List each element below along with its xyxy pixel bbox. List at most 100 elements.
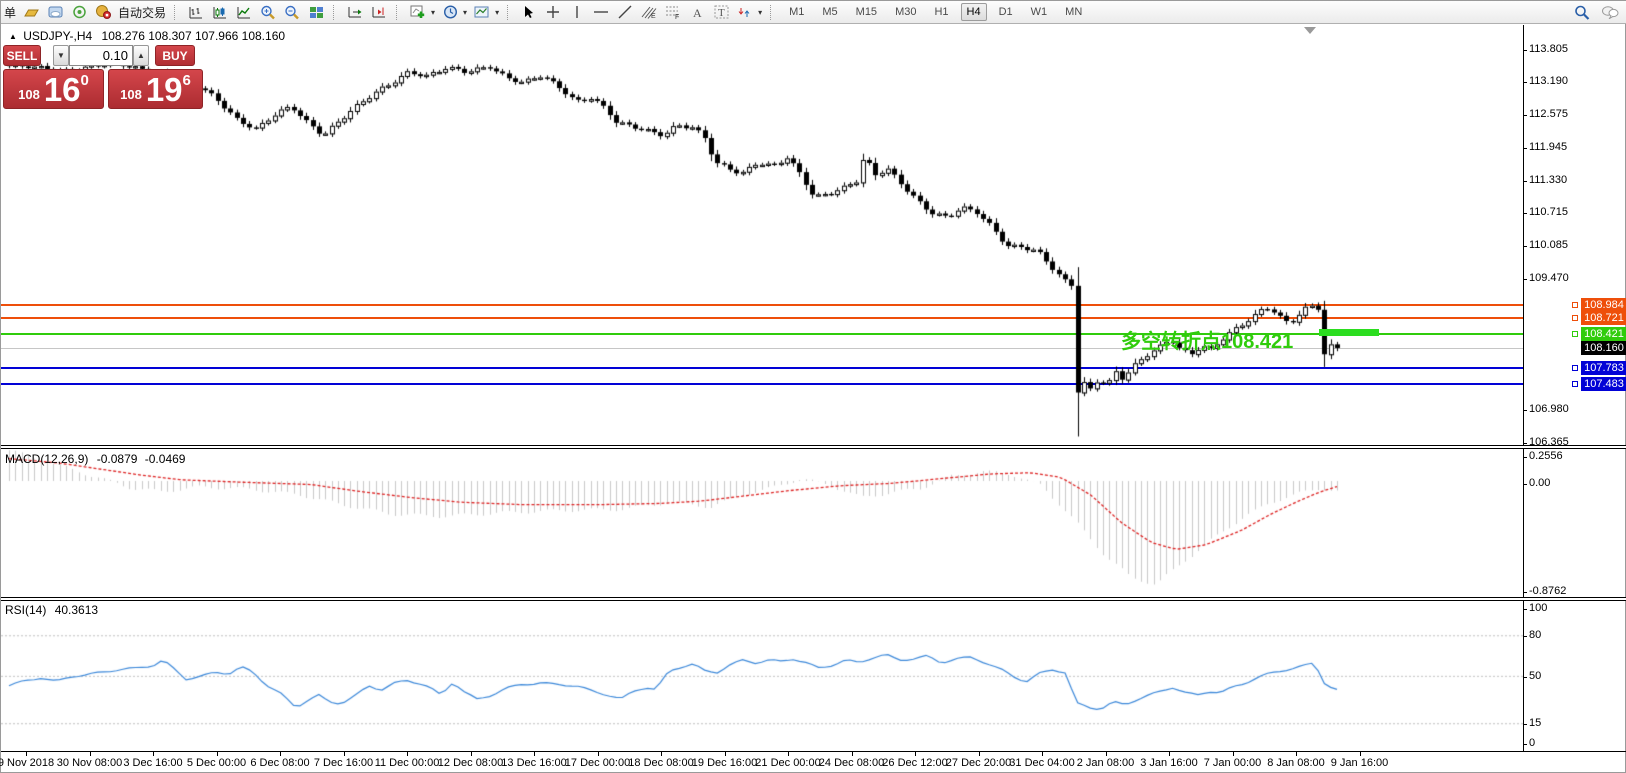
rsi-tick bbox=[1523, 724, 1527, 725]
tab-timeframe-m30[interactable]: M30 bbox=[889, 3, 922, 21]
buy-price-big: 19 bbox=[146, 73, 183, 106]
autotrade-label[interactable]: 自动交易 bbox=[118, 4, 166, 21]
sell-price-sup: 0 bbox=[81, 72, 89, 89]
toolbar-grip[interactable] bbox=[396, 5, 401, 20]
price-tick-label: 113.190 bbox=[1529, 75, 1568, 87]
tab-timeframe-h1[interactable]: H1 bbox=[928, 3, 954, 21]
volume-input[interactable] bbox=[69, 45, 133, 66]
macd-tick-label: 0.00 bbox=[1529, 477, 1550, 489]
volume-decrease-button[interactable]: ▼ bbox=[53, 45, 69, 66]
tab-timeframe-h4[interactable]: H4 bbox=[961, 3, 987, 21]
price-tick bbox=[1523, 50, 1527, 51]
price-tick-label: 110.715 bbox=[1529, 206, 1568, 218]
rsi-tick-label: 80 bbox=[1529, 629, 1541, 641]
tab-timeframe-w1[interactable]: W1 bbox=[1025, 3, 1054, 21]
pivot-annotation-text[interactable]: 多空转折点108.421 bbox=[1121, 325, 1293, 354]
templates-icon[interactable] bbox=[473, 3, 491, 21]
buy-price-display[interactable]: 108 19 6 bbox=[108, 69, 203, 109]
chevron-down-icon[interactable]: ▾ bbox=[495, 8, 499, 17]
line-handle[interactable] bbox=[1572, 365, 1578, 371]
price-tick bbox=[1523, 115, 1527, 116]
candle-chart-icon[interactable] bbox=[211, 3, 229, 21]
periods-icon[interactable] bbox=[441, 3, 459, 21]
auto-scroll-icon[interactable] bbox=[346, 3, 364, 21]
macd-label: MACD(12,26,9) -0.0879 -0.0469 bbox=[5, 452, 185, 466]
tab-timeframe-m15[interactable]: M15 bbox=[850, 3, 883, 21]
sell-price-display[interactable]: 108 16 0 bbox=[3, 69, 104, 109]
rsi-value: 40.3613 bbox=[55, 603, 98, 617]
price-level-label: 108.421 bbox=[1581, 327, 1626, 341]
autotrade-icon[interactable] bbox=[94, 3, 112, 21]
bar-chart-icon[interactable] bbox=[187, 3, 205, 21]
pivot-highlight-bar[interactable] bbox=[1319, 329, 1379, 336]
market-watch-icon[interactable] bbox=[46, 3, 64, 21]
text-icon[interactable]: A bbox=[688, 3, 706, 21]
toolbar-grip[interactable] bbox=[507, 5, 512, 20]
price-axis-line[interactable] bbox=[1523, 25, 1524, 752]
candlestick-chart[interactable] bbox=[1, 25, 1523, 445]
horizontal-line-icon[interactable] bbox=[592, 3, 610, 21]
crosshair-icon[interactable] bbox=[544, 3, 562, 21]
chat-icon[interactable] bbox=[1601, 3, 1619, 21]
price-level-label: 108.160 bbox=[1581, 341, 1626, 355]
new-order-partial[interactable]: 单 bbox=[4, 4, 16, 21]
svg-text:A: A bbox=[693, 6, 702, 19]
signals-icon[interactable] bbox=[70, 3, 88, 21]
toolbar-grip[interactable] bbox=[770, 5, 775, 20]
line-handle[interactable] bbox=[1572, 381, 1578, 387]
arrows-icon[interactable] bbox=[736, 3, 754, 21]
rsi-name: RSI(14) bbox=[5, 603, 46, 617]
price-tick bbox=[1523, 410, 1527, 411]
one-click-trading-panel: SELL ▼ ▲ BUY 108 16 0 108 19 6 bbox=[3, 45, 205, 109]
zoom-out-icon[interactable] bbox=[283, 3, 301, 21]
volume-increase-button[interactable]: ▲ bbox=[133, 45, 149, 66]
symbol-info-bar: ▲ USDJPY-,H4 108.276 108.307 107.966 108… bbox=[9, 29, 285, 43]
line-chart-icon[interactable] bbox=[235, 3, 253, 21]
trendline-icon[interactable] bbox=[616, 3, 634, 21]
panel-separator[interactable] bbox=[1, 445, 1626, 449]
macd-tick-label: 0.2556 bbox=[1529, 450, 1563, 462]
price-tick-label: 106.980 bbox=[1529, 403, 1569, 415]
macd-tick-label: -0.8762 bbox=[1529, 585, 1566, 597]
panel-separator[interactable] bbox=[1, 597, 1626, 601]
price-tick-label: 113.805 bbox=[1529, 43, 1568, 55]
tile-windows-icon[interactable] bbox=[307, 3, 325, 21]
toolbar-grip[interactable] bbox=[174, 5, 179, 20]
zoom-in-icon[interactable] bbox=[259, 3, 277, 21]
toolbar-grip[interactable] bbox=[333, 5, 338, 20]
rsi-indicator-chart[interactable] bbox=[1, 602, 1523, 750]
cursor-icon[interactable] bbox=[520, 3, 538, 21]
rsi-tick-label: 100 bbox=[1529, 602, 1547, 614]
equidistant-channel-icon[interactable]: E bbox=[640, 3, 658, 21]
rsi-tick bbox=[1523, 677, 1527, 678]
tab-timeframe-m1[interactable]: M1 bbox=[783, 3, 810, 21]
line-handle[interactable] bbox=[1572, 315, 1578, 321]
collapse-triangle-icon[interactable]: ▲ bbox=[9, 32, 17, 41]
tab-timeframe-mn[interactable]: MN bbox=[1059, 3, 1088, 21]
chart-shift-marker[interactable] bbox=[1304, 27, 1316, 34]
new-chart-icon[interactable] bbox=[409, 3, 427, 21]
tab-timeframe-m5[interactable]: M5 bbox=[816, 3, 843, 21]
macd-indicator-chart[interactable] bbox=[1, 450, 1523, 596]
line-handle[interactable] bbox=[1572, 331, 1578, 337]
symbol-ohlc: 108.276 108.307 107.966 108.160 bbox=[102, 29, 286, 43]
chevron-down-icon[interactable]: ▾ bbox=[431, 8, 435, 17]
svg-text:T: T bbox=[718, 7, 725, 19]
accounts-icon[interactable] bbox=[22, 3, 40, 21]
search-icon[interactable] bbox=[1573, 3, 1591, 21]
symbol-name: USDJPY-,H4 bbox=[23, 29, 92, 43]
fibonacci-icon[interactable]: F bbox=[664, 3, 682, 21]
text-label-icon[interactable]: T bbox=[712, 3, 730, 21]
tab-timeframe-d1[interactable]: D1 bbox=[993, 3, 1019, 21]
chevron-down-icon[interactable]: ▾ bbox=[463, 8, 467, 17]
buy-button[interactable]: BUY bbox=[155, 45, 195, 66]
price-tick bbox=[1523, 181, 1527, 182]
sell-button[interactable]: SELL bbox=[3, 45, 41, 66]
rsi-label: RSI(14) 40.3613 bbox=[5, 603, 98, 617]
vertical-line-icon[interactable] bbox=[568, 3, 586, 21]
chevron-down-icon[interactable]: ▾ bbox=[758, 8, 762, 17]
line-handle[interactable] bbox=[1572, 302, 1578, 308]
rsi-tick-label: 15 bbox=[1529, 717, 1541, 729]
time-tick-label: 9 Jan 16:00 bbox=[1315, 757, 1405, 769]
chart-shift-icon[interactable] bbox=[370, 3, 388, 21]
